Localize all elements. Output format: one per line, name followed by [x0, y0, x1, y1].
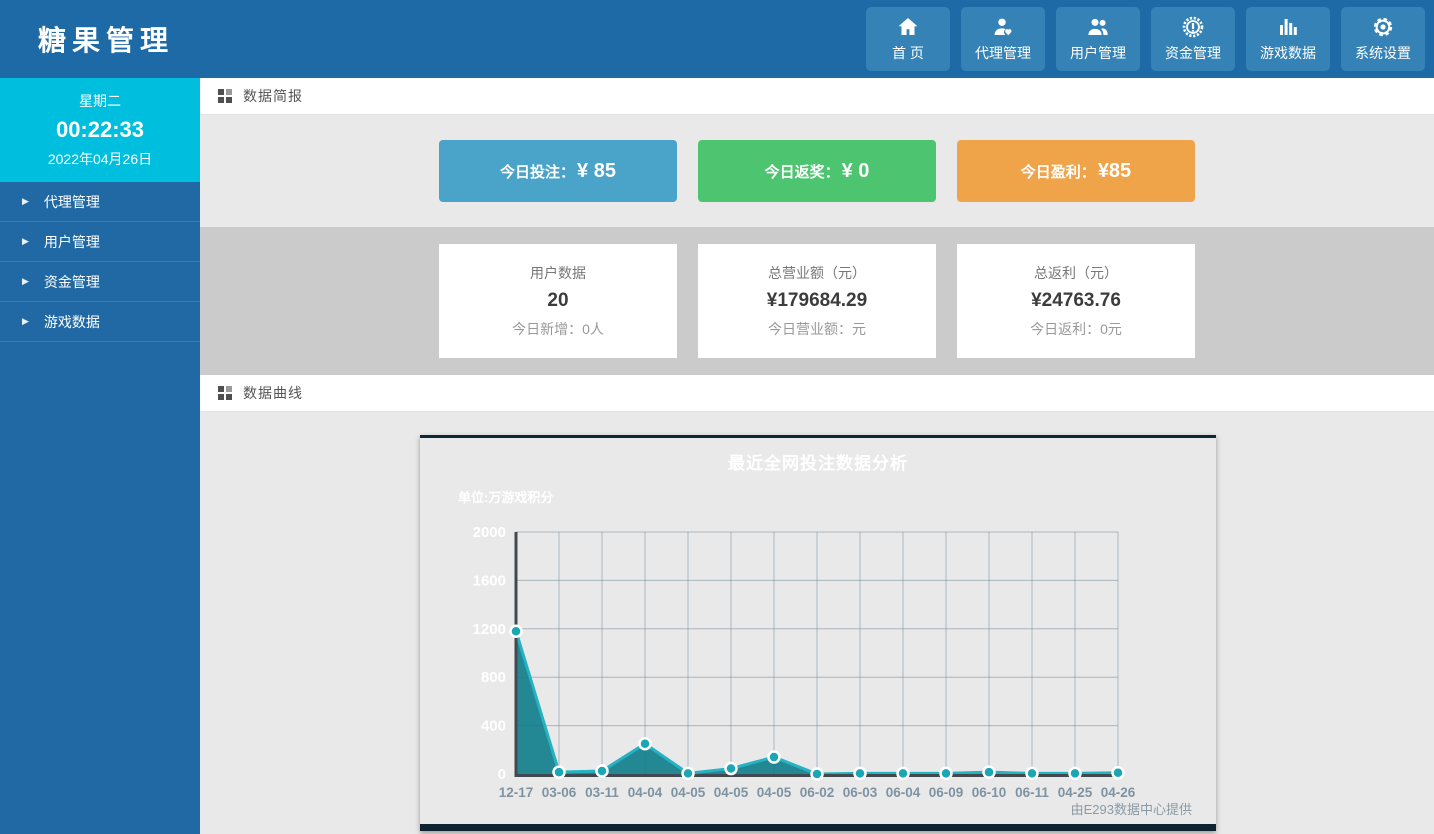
main-content: 数据简报 今日投注：¥ 85 今日返奖：¥ 0 今日盈利：¥85 用户数据 20…	[200, 78, 1434, 834]
card-subtext: 今日返利：0元	[1030, 319, 1122, 339]
nav-label: 代理管理	[975, 43, 1031, 63]
chevron-right-icon: ▶	[22, 236, 29, 247]
card-title: 总营业额（元）	[768, 263, 866, 283]
svg-text:800: 800	[481, 669, 506, 686]
sidebar-item-agents[interactable]: ▶ 代理管理	[0, 182, 200, 222]
sidebar-item-funds[interactable]: ▶ 资金管理	[0, 262, 200, 302]
clock-weekday: 星期二	[0, 91, 200, 111]
stat-label: 今日投注：	[500, 161, 575, 182]
card-value: 20	[547, 290, 568, 312]
svg-text:06-02: 06-02	[800, 785, 835, 800]
svg-text:04-25: 04-25	[1058, 785, 1093, 800]
app-title: 糖果管理	[38, 19, 174, 59]
stat-label: 今日返奖：	[765, 161, 840, 182]
nav-button-agents[interactable]: 代理管理	[961, 7, 1045, 71]
svg-text:12-17: 12-17	[499, 785, 534, 800]
sidebar-item-gamedata[interactable]: ▶ 游戏数据	[0, 302, 200, 342]
sidebar-item-label: 代理管理	[44, 192, 100, 212]
svg-text:03-06: 03-06	[542, 785, 577, 800]
clock-time: 00:22:33	[0, 117, 200, 143]
today-payout-button[interactable]: 今日返奖：¥ 0	[698, 140, 936, 202]
section-header-curve: 数据曲线	[200, 375, 1434, 412]
svg-text:06-09: 06-09	[929, 785, 964, 800]
today-bets-button[interactable]: 今日投注：¥ 85	[439, 140, 677, 202]
nav-label: 首 页	[892, 43, 924, 63]
section-title: 数据曲线	[243, 383, 303, 403]
briefing-row: 今日投注：¥ 85 今日返奖：¥ 0 今日盈利：¥85	[200, 115, 1434, 227]
grid-icon	[218, 386, 232, 400]
chevron-right-icon: ▶	[22, 276, 29, 287]
svg-text:1600: 1600	[473, 572, 506, 589]
svg-text:04-05: 04-05	[671, 785, 706, 800]
card-value: ¥24763.76	[1031, 290, 1121, 312]
stat-amount: ¥ 0	[842, 160, 870, 183]
chart-bars-icon	[1275, 15, 1301, 39]
card-subtext: 今日营业额：元	[768, 319, 866, 339]
grid-icon	[218, 89, 232, 103]
chart-canvas: 0 400 800 1200 1600 2000 12-17 03-06 03-11 04-04 0…	[420, 508, 1216, 808]
nav-button-gamedata[interactable]: 游戏数据	[1246, 7, 1330, 71]
svg-text:06-10: 06-10	[972, 785, 1007, 800]
nav-label: 用户管理	[1070, 43, 1126, 63]
bet-analysis-chart-panel: 最近全网投注数据分析 单位:万游戏积分 0 400 800 1200 1600 2000 1…	[420, 435, 1216, 831]
agent-icon	[990, 15, 1016, 39]
nav-button-users[interactable]: 用户管理	[1056, 7, 1140, 71]
nav-label: 系统设置	[1355, 43, 1411, 63]
chart-title: 最近全网投注数据分析	[420, 449, 1216, 474]
nav-button-settings[interactable]: 系统设置	[1341, 7, 1425, 71]
card-subtext: 今日新增：0人	[512, 319, 604, 339]
stat-amount: ¥85	[1098, 160, 1131, 183]
sidebar-item-label: 游戏数据	[44, 312, 100, 332]
today-profit-button[interactable]: 今日盈利：¥85	[957, 140, 1195, 202]
svg-text:04-04: 04-04	[628, 785, 663, 800]
chart-footer-credit: 由E293数据中心提供	[1071, 799, 1192, 818]
nav-button-funds[interactable]: 资金管理	[1151, 7, 1235, 71]
svg-text:1200: 1200	[473, 621, 506, 638]
section-header-briefing: 数据简报	[200, 78, 1434, 115]
total-revenue-card: 总营业额（元） ¥179684.29 今日营业额：元	[698, 244, 936, 358]
svg-text:06-03: 06-03	[843, 785, 878, 800]
clock-panel: 星期二 00:22:33 2022年04月26日	[0, 78, 200, 182]
home-icon	[895, 15, 921, 39]
app-window: 糖果管理 首 页 代理管理	[0, 0, 1434, 834]
section-title: 数据简报	[243, 86, 303, 106]
users-icon	[1085, 15, 1111, 39]
chart-unit-label: 单位:万游戏积分	[458, 487, 553, 506]
sidebar: 星期二 00:22:33 2022年04月26日 ▶ 代理管理 ▶ 用户管理 ▶…	[0, 78, 200, 834]
nav-label: 游戏数据	[1260, 43, 1316, 63]
total-rebate-card: 总返利（元） ¥24763.76 今日返利：0元	[957, 244, 1195, 358]
summary-cards-row: 用户数据 20 今日新增：0人 总营业额（元） ¥179684.29 今日营业额…	[200, 227, 1434, 375]
user-data-card: 用户数据 20 今日新增：0人	[439, 244, 677, 358]
clock-date: 2022年04月26日	[0, 149, 200, 169]
top-header: 糖果管理 首 页 代理管理	[0, 0, 1434, 78]
svg-text:04-05: 04-05	[714, 785, 749, 800]
main-nav: 首 页 代理管理	[866, 7, 1425, 71]
svg-text:04-05: 04-05	[757, 785, 792, 800]
chart-area: 最近全网投注数据分析 单位:万游戏积分 0 400 800 1200 1600 2000 1…	[200, 412, 1434, 834]
sidebar-item-label: 资金管理	[44, 272, 100, 292]
svg-text:0: 0	[498, 766, 506, 783]
svg-text:2000: 2000	[473, 524, 506, 541]
svg-text:06-11: 06-11	[1015, 785, 1049, 800]
card-title: 用户数据	[530, 263, 586, 283]
card-value: ¥179684.29	[767, 290, 867, 312]
stat-amount: ¥ 85	[577, 160, 616, 183]
nav-label: 资金管理	[1165, 43, 1221, 63]
sidebar-item-label: 用户管理	[44, 232, 100, 252]
sidebar-item-users[interactable]: ▶ 用户管理	[0, 222, 200, 262]
svg-text:400: 400	[481, 718, 506, 735]
svg-text:03-11: 03-11	[585, 785, 619, 800]
chevron-right-icon: ▶	[22, 316, 29, 327]
nav-button-home[interactable]: 首 页	[866, 7, 950, 71]
stat-label: 今日盈利：	[1021, 161, 1096, 182]
svg-text:04-26: 04-26	[1101, 785, 1136, 800]
funds-icon	[1180, 15, 1206, 39]
chevron-right-icon: ▶	[22, 196, 29, 207]
svg-text:06-04: 06-04	[886, 785, 921, 800]
gear-icon	[1370, 15, 1396, 39]
card-title: 总返利（元）	[1034, 263, 1118, 283]
